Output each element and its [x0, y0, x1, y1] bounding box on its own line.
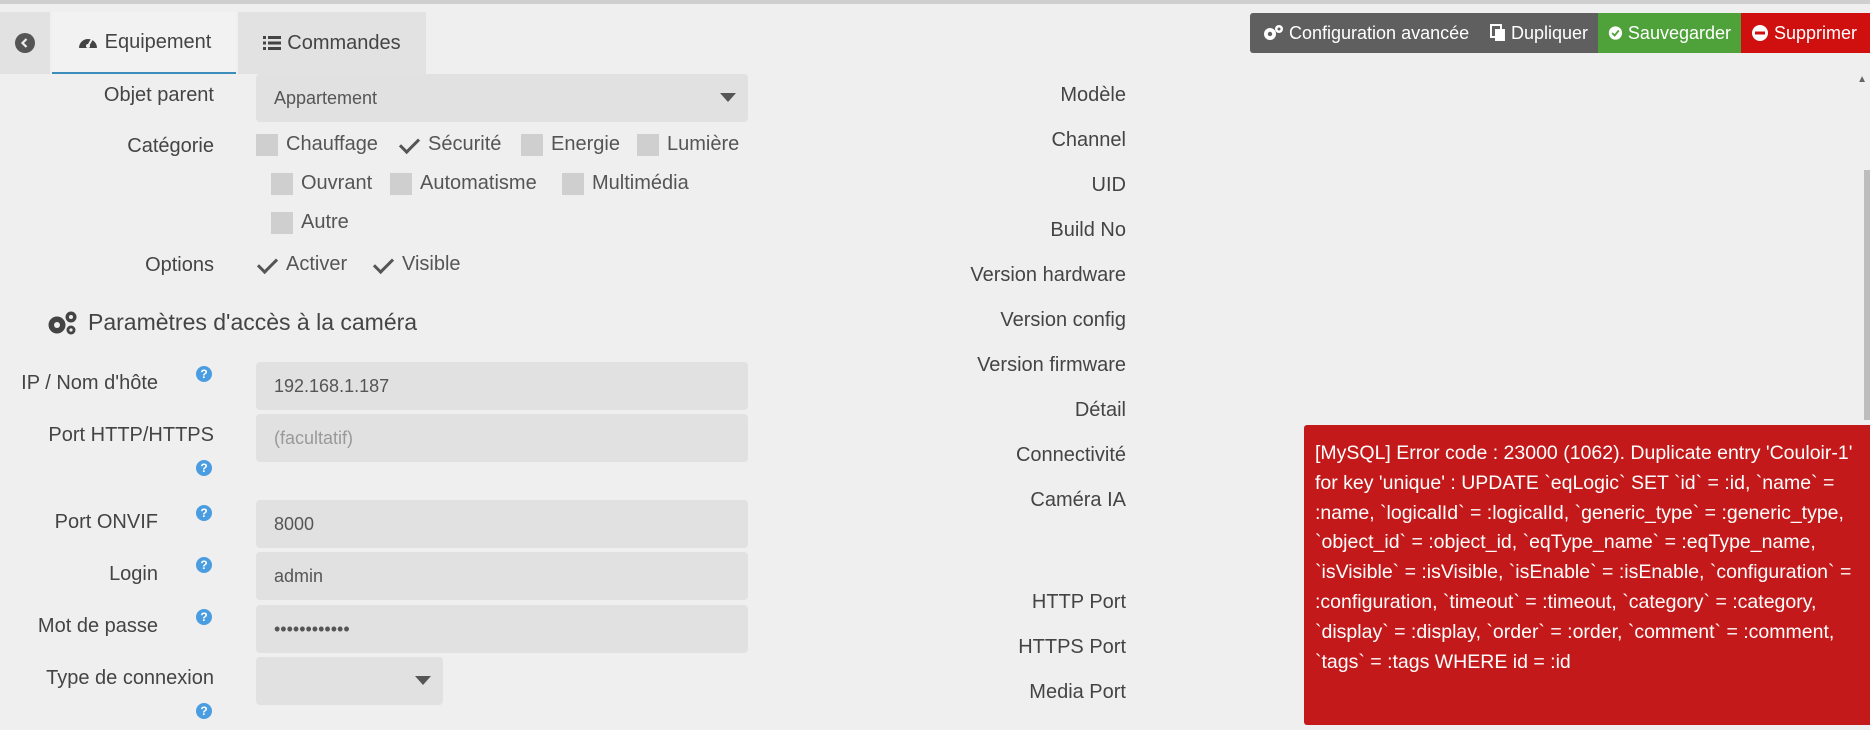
ai-camera-label: Caméra IA — [1030, 489, 1126, 511]
login-label: Login — [109, 563, 158, 585]
checkbox-label: Energie — [551, 133, 620, 155]
checkbox-box — [271, 211, 293, 234]
login-input[interactable]: admin — [256, 552, 748, 600]
checkbox-box — [398, 134, 420, 156]
checkbox-label: Autre — [301, 211, 349, 233]
connection-type-select[interactable] — [256, 657, 443, 705]
port-onvif-label: Port ONVIF — [54, 511, 158, 533]
chevron-down-icon — [415, 676, 431, 685]
parent-object-label: Objet parent — [103, 84, 214, 106]
save-label: Sauvegarder — [1627, 22, 1731, 43]
action-buttons: Configuration avancée Dupliquer Sauvegar… — [1250, 13, 1870, 53]
checkbox-label: Automatisme — [420, 172, 537, 194]
model-label: Modèle — [1060, 84, 1126, 106]
options-label: Options — [145, 254, 214, 276]
connectivity-label: Connectivité — [1015, 444, 1126, 466]
checkbox-label: Activer — [286, 253, 348, 275]
duplicate-label: Dupliquer — [1510, 22, 1588, 43]
help-icon[interactable]: ? — [196, 609, 212, 625]
delete-label: Supprimer — [1774, 22, 1858, 43]
copy-icon — [1490, 24, 1505, 41]
minus-circle-icon — [1752, 25, 1768, 41]
help-icon[interactable]: ? — [196, 557, 212, 573]
media-port-label: Media Port — [1029, 681, 1126, 703]
cogs-icon — [1264, 25, 1283, 40]
checkbox-label: Chauffage — [286, 133, 378, 155]
category-checkbox[interactable]: Sécurité — [398, 133, 501, 156]
option-checkbox[interactable]: Activer — [256, 253, 347, 276]
config-version-label: Version config — [1000, 309, 1126, 331]
help-icon[interactable]: ? — [196, 703, 212, 719]
category-checkbox[interactable]: Multimédia — [562, 172, 689, 195]
section-title: Paramètres d'accès à la caméra — [46, 309, 417, 336]
port-http-label: Port HTTP/HTTPS — [48, 424, 214, 446]
arrow-left-icon — [15, 33, 35, 53]
checkbox-box — [390, 172, 412, 195]
category-checkbox[interactable]: Automatisme — [390, 172, 537, 195]
tab-commandes[interactable]: Commandes — [238, 12, 426, 74]
help-icon[interactable]: ? — [196, 505, 212, 521]
fw-version-label: Version firmware — [977, 354, 1126, 376]
tab-bar: Equipement Commandes — [0, 12, 430, 74]
detail-label: Détail — [1074, 399, 1126, 421]
top-border — [0, 0, 1870, 4]
checkbox-label: Ouvrant — [301, 172, 373, 194]
category-checkbox[interactable]: Chauffage — [256, 133, 378, 156]
category-checkbox[interactable]: Ouvrant — [271, 172, 372, 195]
build-label: Build No — [1050, 219, 1126, 241]
port-http-input[interactable]: (facultatif) — [256, 414, 748, 462]
checkbox-box — [637, 133, 659, 156]
uid-label: UID — [1091, 174, 1126, 196]
category-checkbox[interactable]: Lumière — [637, 133, 739, 156]
help-icon[interactable]: ? — [196, 366, 212, 382]
advanced-config-button[interactable]: Configuration avancée — [1250, 13, 1480, 53]
checkbox-box — [562, 172, 584, 195]
tab-equipement-label: Equipement — [104, 30, 212, 53]
save-button[interactable]: Sauvegarder — [1598, 13, 1741, 53]
list-icon — [263, 36, 282, 50]
category-checkbox[interactable]: Autre — [271, 211, 349, 234]
hw-version-label: Version hardware — [970, 264, 1126, 286]
http-port-label: HTTP Port — [1031, 591, 1126, 613]
checkbox-box — [372, 254, 394, 276]
ip-label: IP / Nom d'hôte — [21, 372, 158, 394]
parent-object-value: Appartement — [274, 87, 378, 108]
checkbox-box — [521, 133, 543, 156]
tab-equipement[interactable]: Equipement — [52, 12, 236, 74]
checkbox-box — [256, 133, 278, 156]
category-label: Catégorie — [127, 135, 214, 157]
error-message: [MySQL] Error code : 23000 (1062). Dupli… — [1315, 442, 1853, 673]
option-checkbox[interactable]: Visible — [372, 253, 461, 276]
section-title-text: Paramètres d'accès à la caméra — [88, 309, 418, 335]
connection-type-label: Type de connexion — [46, 667, 214, 689]
password-input[interactable]: •••••••••••• — [256, 605, 748, 653]
advanced-config-label: Configuration avancée — [1289, 22, 1470, 43]
parent-object-select[interactable]: Appartement — [256, 74, 748, 122]
back-button[interactable] — [0, 12, 50, 74]
cogs-icon — [48, 311, 77, 334]
check-circle-icon — [1608, 26, 1623, 40]
chevron-down-icon — [720, 93, 736, 102]
channel-label: Channel — [1051, 129, 1126, 151]
checkbox-label: Sécurité — [428, 133, 502, 155]
delete-button[interactable]: Supprimer — [1741, 13, 1870, 53]
help-icon[interactable]: ? — [196, 460, 212, 476]
tachometer-icon — [78, 38, 97, 48]
checkbox-label: Multimédia — [592, 172, 689, 194]
error-toast[interactable]: [MySQL] Error code : 23000 (1062). Dupli… — [1304, 425, 1870, 725]
scrollbar-thumb[interactable] — [1864, 170, 1870, 420]
checkbox-label: Lumière — [667, 133, 740, 155]
port-onvif-input[interactable]: 8000 — [256, 500, 748, 548]
ip-input[interactable]: 192.168.1.187 — [256, 362, 748, 410]
checkbox-label: Visible — [402, 253, 461, 275]
duplicate-button[interactable]: Dupliquer — [1480, 13, 1598, 53]
checkbox-box — [271, 172, 293, 195]
tab-commandes-label: Commandes — [287, 31, 401, 54]
https-port-label: HTTPS Port — [1018, 636, 1126, 658]
checkbox-box — [256, 254, 278, 276]
password-label: Mot de passe — [37, 615, 158, 637]
scroll-up-arrow[interactable]: ▲ — [1857, 74, 1867, 85]
category-checkbox[interactable]: Energie — [521, 133, 620, 156]
